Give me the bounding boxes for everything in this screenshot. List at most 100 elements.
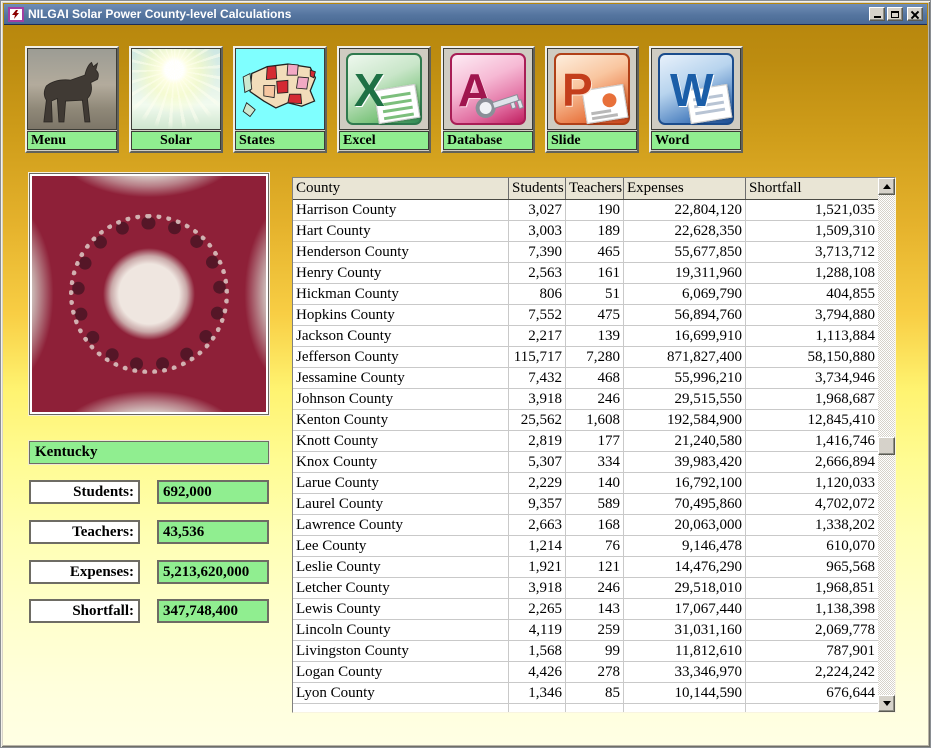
table-row[interactable]: Lewis County2,26514317,067,4401,138,398 [293, 599, 878, 620]
cell-teachers: 475 [566, 305, 624, 326]
table-row[interactable]: Henry County2,56316119,311,9601,288,108 [293, 263, 878, 284]
cell-teachers [566, 704, 624, 712]
cell-teachers: 465 [566, 242, 624, 263]
title-bar[interactable]: NILGAI Solar Power County-level Calculat… [4, 4, 927, 25]
table-row[interactable]: Laurel County9,35758970,495,8604,702,072 [293, 494, 878, 515]
table-row[interactable]: Lyon County1,3468510,144,590676,644 [293, 683, 878, 704]
table-row[interactable]: Lincoln County4,11925931,031,1602,069,77… [293, 620, 878, 641]
students-label: Students: [29, 480, 140, 504]
cell-teachers: 7,280 [566, 347, 624, 368]
students-value-field[interactable]: 692,000 [157, 480, 269, 504]
table-row[interactable]: Leslie County1,92112114,476,290965,568 [293, 557, 878, 578]
cell-county: Henry County [293, 263, 509, 284]
window-title: NILGAI Solar Power County-level Calculat… [28, 7, 869, 21]
cell-shortfall: 3,734,946 [746, 368, 878, 389]
teachers-value-field[interactable]: 43,536 [157, 520, 269, 544]
table-row[interactable]: Letcher County3,91824629,518,0101,968,85… [293, 578, 878, 599]
table-row[interactable]: Henderson County7,39046555,677,8503,713,… [293, 242, 878, 263]
state-name-field: Kentucky [29, 441, 269, 464]
cell-shortfall: 787,901 [746, 641, 878, 662]
menu-button[interactable]: Menu [25, 46, 119, 153]
table-row[interactable]: Lee County1,214769,146,478610,070 [293, 536, 878, 557]
scroll-up-button[interactable] [878, 178, 895, 195]
cell-county: Laurel County [293, 494, 509, 515]
cell-shortfall: 965,568 [746, 557, 878, 578]
cell-teachers: 168 [566, 515, 624, 536]
cell-county: Leslie County [293, 557, 509, 578]
close-button[interactable] [907, 7, 923, 21]
table-row[interactable] [293, 704, 878, 712]
cell-students: 1,568 [509, 641, 566, 662]
excel-button[interactable]: X Excel [337, 46, 431, 153]
states-button-label: States [235, 131, 325, 150]
cell-shortfall: 1,138,398 [746, 599, 878, 620]
table-row[interactable]: Logan County4,42627833,346,9702,224,242 [293, 662, 878, 683]
table-row[interactable]: Jefferson County115,7177,280871,827,4005… [293, 347, 878, 368]
cell-shortfall: 404,855 [746, 284, 878, 305]
slide-button[interactable]: P Slide [545, 46, 639, 153]
table-row[interactable]: Larue County2,22914016,792,1001,120,033 [293, 473, 878, 494]
table-row[interactable]: Jackson County2,21713916,699,9101,113,88… [293, 326, 878, 347]
cell-teachers: 51 [566, 284, 624, 305]
cell-expenses: 19,311,960 [624, 263, 746, 284]
states-button[interactable]: States [233, 46, 327, 153]
maximize-button[interactable] [887, 7, 903, 21]
table-row[interactable]: Hopkins County7,55247556,894,7603,794,88… [293, 305, 878, 326]
cell-students: 3,918 [509, 578, 566, 599]
solar-button-label: Solar [131, 131, 221, 150]
cell-expenses: 17,067,440 [624, 599, 746, 620]
table-row[interactable]: Harrison County3,02719022,804,1201,521,0… [293, 200, 878, 221]
cell-expenses: 871,827,400 [624, 347, 746, 368]
cell-county: Johnson County [293, 389, 509, 410]
column-header-students[interactable]: Students [509, 178, 566, 199]
scroll-down-button[interactable] [878, 695, 895, 712]
scrollbar-thumb[interactable] [878, 437, 895, 455]
minimize-button[interactable] [869, 7, 885, 21]
cell-students: 2,563 [509, 263, 566, 284]
cell-county: Larue County [293, 473, 509, 494]
cell-expenses: 16,792,100 [624, 473, 746, 494]
column-header-shortfall[interactable]: Shortfall [746, 178, 878, 199]
cell-expenses: 29,515,550 [624, 389, 746, 410]
cell-expenses: 10,144,590 [624, 683, 746, 704]
table-row[interactable]: Lawrence County2,66316820,063,0001,338,2… [293, 515, 878, 536]
cell-county: Henderson County [293, 242, 509, 263]
expenses-value-field[interactable]: 5,213,620,000 [157, 560, 269, 584]
cell-teachers: 334 [566, 452, 624, 473]
cell-students: 806 [509, 284, 566, 305]
table-row[interactable]: Jessamine County7,43246855,996,2103,734,… [293, 368, 878, 389]
cell-students: 2,217 [509, 326, 566, 347]
table-row[interactable]: Livingston County1,5689911,812,610787,90… [293, 641, 878, 662]
cell-shortfall: 1,509,310 [746, 221, 878, 242]
table-row[interactable]: Knox County5,30733439,983,4202,666,894 [293, 452, 878, 473]
cell-students: 3,918 [509, 389, 566, 410]
cell-expenses: 20,063,000 [624, 515, 746, 536]
solar-button[interactable]: Solar [129, 46, 223, 153]
column-header-expenses[interactable]: Expenses [624, 178, 746, 199]
shortfall-value-field[interactable]: 347,748,400 [157, 599, 269, 623]
shortfall-label: Shortfall: [29, 599, 140, 623]
word-button[interactable]: W Word [649, 46, 743, 153]
cell-shortfall: 1,113,884 [746, 326, 878, 347]
database-button[interactable]: A Database [441, 46, 535, 153]
cell-teachers: 468 [566, 368, 624, 389]
cell-county: Hart County [293, 221, 509, 242]
table-row[interactable]: Hart County3,00318922,628,3501,509,310 [293, 221, 878, 242]
column-header-county[interactable]: County [293, 178, 509, 199]
cell-expenses: 70,495,860 [624, 494, 746, 515]
cell-shortfall: 1,338,202 [746, 515, 878, 536]
cell-students: 1,346 [509, 683, 566, 704]
excel-logo-icon: X [339, 48, 429, 130]
table-row[interactable]: Knott County2,81917721,240,5801,416,746 [293, 431, 878, 452]
table-row[interactable]: Kenton County25,5621,608192,584,90012,84… [293, 410, 878, 431]
table-row[interactable]: Hickman County806516,069,790404,855 [293, 284, 878, 305]
menu-button-label: Menu [27, 131, 117, 150]
column-header-teachers[interactable]: Teachers [566, 178, 624, 199]
cell-expenses: 22,804,120 [624, 200, 746, 221]
table-row[interactable]: Johnson County3,91824629,515,5501,968,68… [293, 389, 878, 410]
cell-expenses: 31,031,160 [624, 620, 746, 641]
county-table: County Students Teachers Expenses Shortf… [292, 177, 896, 713]
cell-expenses: 16,699,910 [624, 326, 746, 347]
vertical-scrollbar[interactable] [878, 178, 895, 712]
cell-expenses: 21,240,580 [624, 431, 746, 452]
